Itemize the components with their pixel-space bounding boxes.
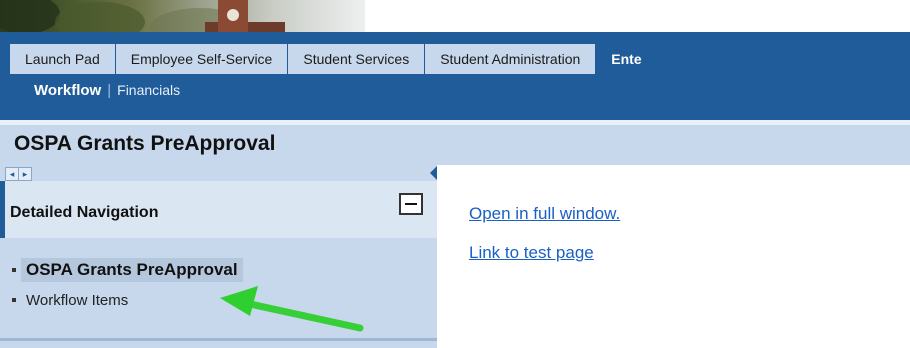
subnav-separator: |	[107, 82, 112, 99]
tab-launch-pad[interactable]: Launch Pad	[10, 44, 116, 74]
second-level-navigation: Workflow | Financials	[0, 74, 910, 120]
link-to-test-page[interactable]: Link to test page	[469, 243, 594, 263]
divider	[0, 338, 437, 341]
pager-next-icon[interactable]: ▸	[18, 168, 31, 180]
tab-student-services[interactable]: Student Services	[288, 44, 426, 74]
navigation-list: OSPA Grants PreApproval Workflow Items	[12, 254, 243, 316]
tab-enterprise[interactable]: Ente	[596, 44, 657, 74]
subnav-item-financials[interactable]: Financials	[117, 82, 180, 98]
tab-student-administration[interactable]: Student Administration	[425, 44, 597, 74]
campus-photo	[0, 0, 365, 32]
pager: ◂ ▸	[5, 167, 32, 181]
page-title-bar: OSPA Grants PreApproval	[0, 125, 910, 165]
tab-employee-self-service[interactable]: Employee Self-Service	[115, 44, 289, 74]
header-banner	[0, 0, 910, 32]
minimize-icon[interactable]	[399, 193, 423, 215]
collapse-panel-icon[interactable]	[430, 166, 437, 180]
page-title: OSPA Grants PreApproval	[14, 132, 276, 155]
nav-item-label: Workflow Items	[26, 291, 129, 309]
subnav-item-workflow[interactable]: Workflow	[34, 82, 101, 99]
detailed-navigation-header: Detailed Navigation	[0, 181, 437, 238]
bullet-icon	[12, 268, 16, 272]
pager-prev-icon[interactable]: ◂	[6, 168, 18, 180]
detailed-navigation-title: Detailed Navigation	[10, 204, 159, 221]
nav-item-workflow-items[interactable]: Workflow Items	[12, 284, 243, 316]
top-level-navigation: Launch Pad Employee Self-Service Student…	[0, 32, 910, 74]
annotation-arrow-icon	[220, 286, 364, 332]
open-in-full-window-link[interactable]: Open in full window.	[469, 204, 620, 224]
bullet-icon	[12, 298, 16, 302]
nav-item-ospa-grants-preapproval[interactable]: OSPA Grants PreApproval	[12, 254, 243, 286]
navigation-panel-toolbar: ◂ ▸	[0, 165, 437, 181]
